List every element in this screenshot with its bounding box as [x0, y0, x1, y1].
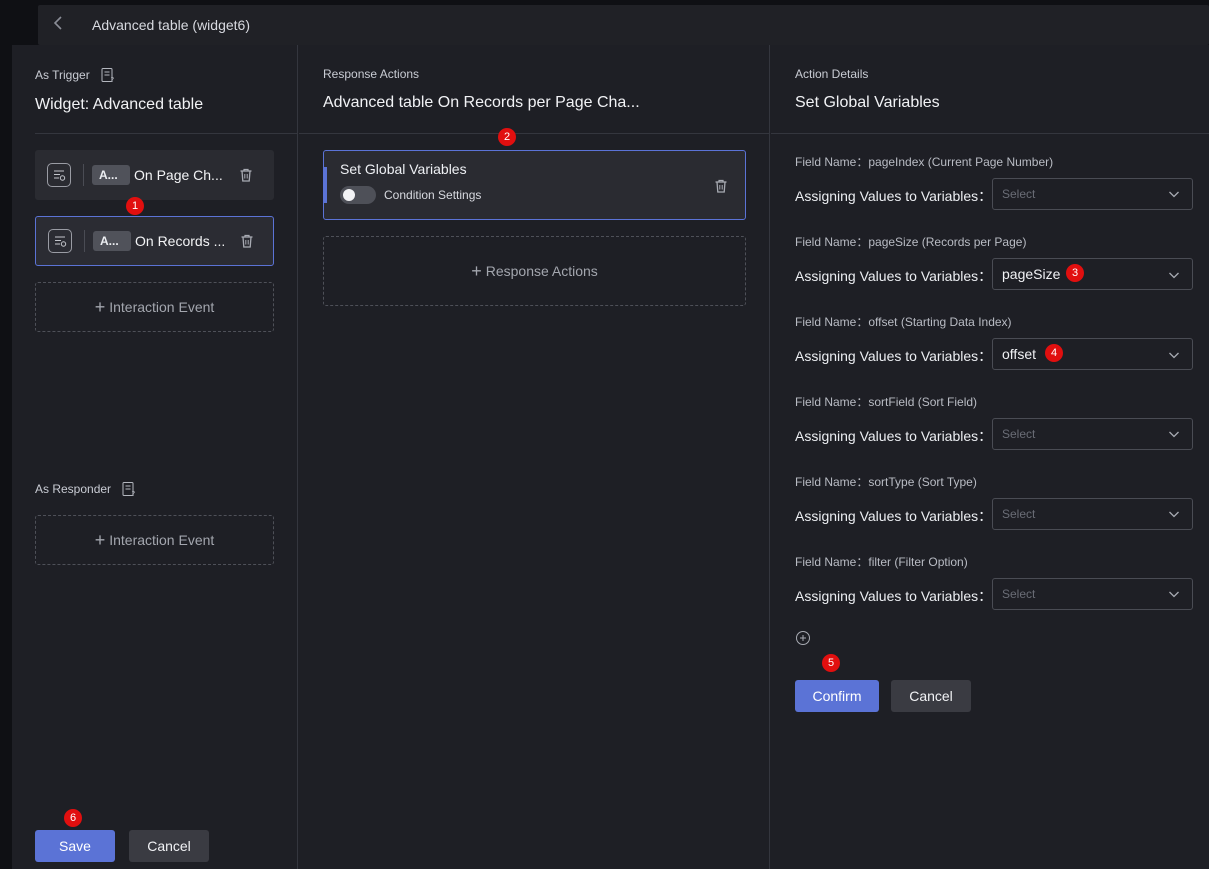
chevron-down-icon — [1168, 588, 1180, 600]
assign-label: Assigning Values to Variables： — [795, 348, 993, 364]
field-name-label: Field Name：sortType (Sort Type) — [795, 475, 977, 489]
details-label: Action Details — [795, 67, 869, 81]
back-arrow-icon[interactable] — [38, 15, 78, 35]
delete-icon[interactable] — [238, 167, 254, 183]
confirm-button[interactable]: Confirm — [795, 680, 879, 712]
event-item-selected[interactable]: A... On Records ... — [35, 216, 274, 266]
select-value: Select — [1002, 587, 1036, 601]
responder-label: As Responder — [35, 482, 112, 496]
assign-label: Assigning Values to Variables： — [795, 268, 993, 284]
step-badge-6: 6 — [64, 809, 82, 827]
responder-header: As Responder ? — [35, 481, 137, 498]
divider — [771, 133, 1209, 134]
trigger-title: Widget: Advanced table — [35, 96, 204, 113]
chevron-down-icon — [1168, 508, 1180, 520]
field-name-label: Field Name：offset (Starting Data Index) — [795, 315, 1012, 329]
step-badge-3: 3 — [1066, 264, 1084, 282]
action-card[interactable]: Set Global Variables Condition Settings — [323, 150, 746, 220]
action-details-column: Action Details Set Global Variables Fiel… — [771, 45, 1209, 869]
variable-select[interactable]: Select — [992, 418, 1193, 450]
top-bar: Advanced table (widget6) — [38, 5, 1209, 45]
add-event-label: Interaction Event — [109, 299, 215, 315]
step-badge-5: 5 — [822, 654, 840, 672]
variable-select[interactable]: offset — [992, 338, 1193, 370]
chevron-down-icon — [1168, 268, 1180, 280]
event-icon — [48, 229, 72, 253]
trigger-label: As Trigger — [35, 68, 90, 82]
variable-select[interactable]: Select — [992, 178, 1193, 210]
field-name-label: Field Name：pageSize (Records per Page) — [795, 235, 1027, 249]
select-value: Select — [1002, 427, 1036, 441]
assign-label: Assigning Values to Variables： — [795, 588, 993, 604]
svg-text:?: ? — [132, 490, 136, 497]
save-button[interactable]: Save — [35, 830, 115, 862]
event-tag: A... — [92, 165, 130, 185]
chevron-down-icon — [1168, 188, 1180, 200]
step-badge-2: 2 — [498, 128, 516, 146]
condition-label: Condition Settings — [384, 188, 482, 202]
add-response-label: Response Actions — [485, 263, 598, 279]
event-name: On Records ... — [135, 233, 226, 249]
variable-select[interactable]: Select — [992, 578, 1193, 610]
document-help-icon[interactable]: ? — [100, 67, 116, 84]
trigger-header: As Trigger ? Widget: Advanced table — [35, 67, 297, 114]
select-value: pageSize — [1002, 266, 1061, 282]
details-title: Set Global Variables — [795, 94, 940, 111]
plus-icon: + — [94, 529, 106, 550]
add-responder-event-button[interactable]: + Interaction Event — [35, 515, 274, 565]
separator — [84, 230, 85, 252]
chevron-down-icon — [1168, 428, 1180, 440]
variable-select[interactable]: Select — [992, 498, 1193, 530]
condition-toggle[interactable] — [340, 186, 376, 204]
select-value: Select — [1002, 507, 1036, 521]
delete-icon[interactable] — [239, 233, 255, 249]
add-response-action-button[interactable]: + Response Actions — [323, 236, 746, 306]
action-title: Set Global Variables — [340, 161, 467, 177]
event-tag: A... — [93, 231, 131, 251]
variable-select[interactable]: pageSize — [992, 258, 1193, 290]
add-interaction-event-button[interactable]: + Interaction Event — [35, 282, 274, 332]
delete-icon[interactable] — [713, 178, 729, 194]
cancel-button[interactable]: Cancel — [129, 830, 209, 862]
divider — [299, 133, 769, 134]
divider — [35, 133, 297, 134]
details-header: Action Details Set Global Variables — [795, 67, 1209, 112]
response-header: Response Actions Advanced table On Recor… — [323, 67, 769, 112]
event-name: On Page Ch... — [134, 167, 223, 183]
svg-text:?: ? — [110, 76, 114, 83]
response-title: Advanced table On Records per Page Cha..… — [323, 94, 640, 111]
plus-icon: + — [471, 260, 482, 281]
document-help-icon[interactable]: ? — [121, 481, 137, 498]
event-item[interactable]: A... On Page Ch... — [35, 150, 274, 200]
add-field-icon[interactable] — [795, 630, 811, 646]
add-event-label: Interaction Event — [109, 532, 215, 548]
separator — [83, 164, 84, 186]
assign-label: Assigning Values to Variables： — [795, 428, 993, 444]
trigger-column: As Trigger ? Widget: Advanced table A...… — [12, 45, 298, 869]
response-actions-column: Response Actions Advanced table On Recor… — [299, 45, 770, 869]
field-name-label: Field Name：filter (Filter Option) — [795, 555, 968, 569]
select-value: offset — [1002, 346, 1036, 362]
details-cancel-button[interactable]: Cancel — [891, 680, 971, 712]
step-badge-4: 4 — [1045, 344, 1063, 362]
page-title: Advanced table (widget6) — [92, 17, 250, 33]
interaction-panel: As Trigger ? Widget: Advanced table A...… — [12, 45, 1209, 869]
chevron-down-icon — [1168, 348, 1180, 360]
plus-icon: + — [94, 296, 106, 317]
field-name-label: Field Name：pageIndex (Current Page Numbe… — [795, 155, 1054, 169]
event-icon — [47, 163, 71, 187]
assign-label: Assigning Values to Variables： — [795, 188, 993, 204]
response-label: Response Actions — [323, 67, 420, 81]
accent-bar — [324, 167, 327, 203]
field-name-label: Field Name：sortField (Sort Field) — [795, 395, 978, 409]
select-value: Select — [1002, 187, 1036, 201]
assign-label: Assigning Values to Variables： — [795, 508, 993, 524]
step-badge-1: 1 — [126, 197, 144, 215]
